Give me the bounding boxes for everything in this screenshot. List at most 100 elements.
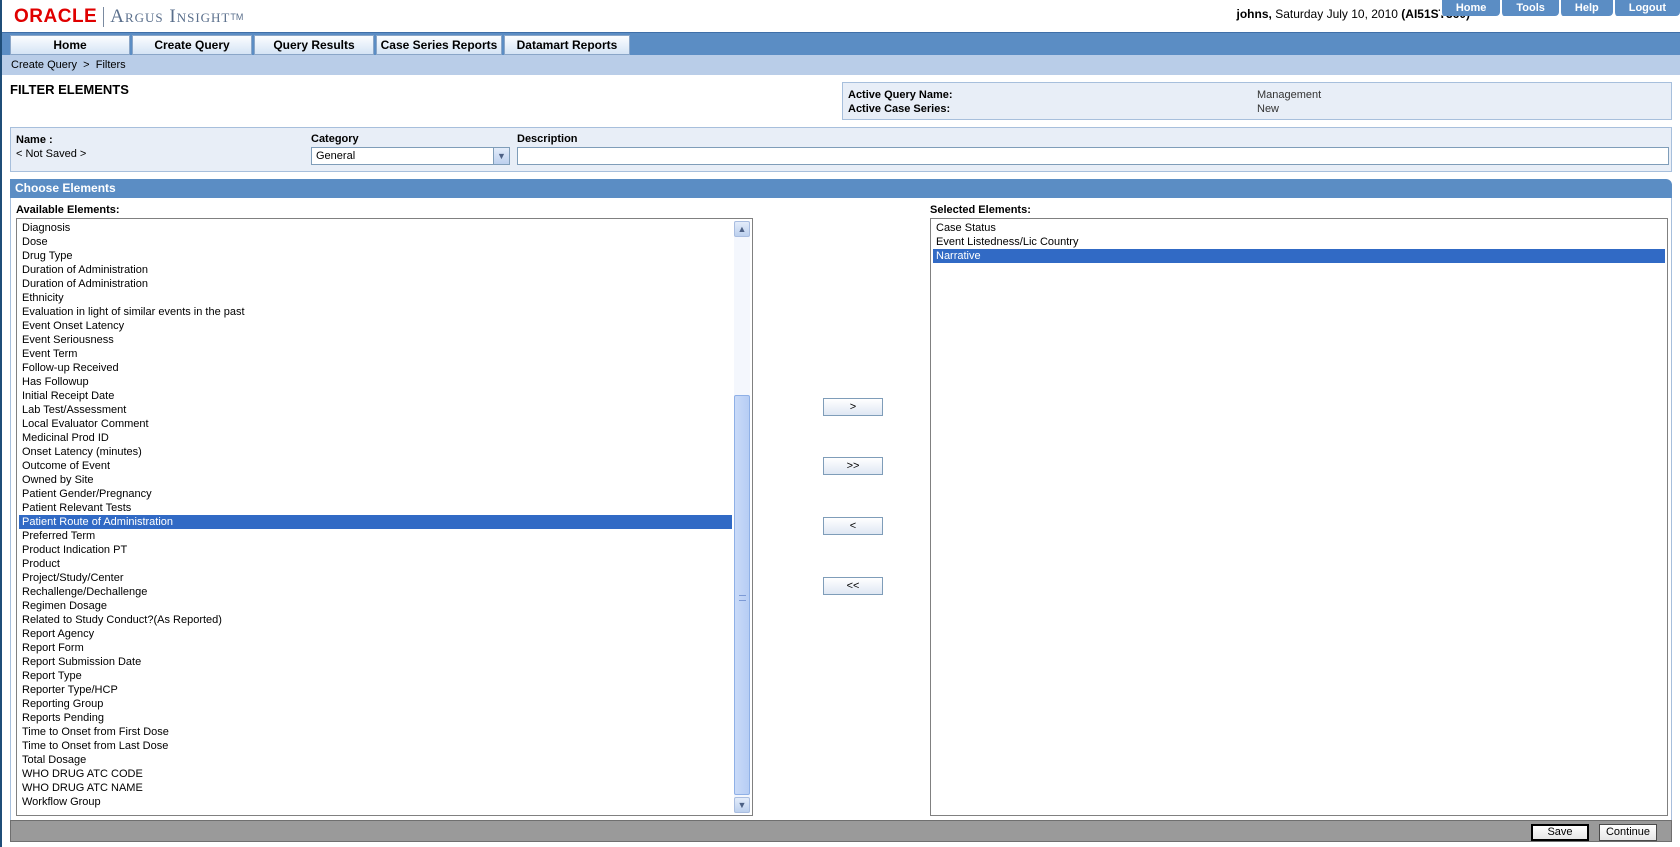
list-item[interactable]: Medicinal Prod ID — [19, 431, 732, 445]
breadcrumb-separator: > — [83, 59, 90, 71]
current-date: Saturday July 10, 2010 — [1275, 7, 1398, 21]
description-label: Description — [517, 133, 578, 145]
list-item[interactable]: Workflow Group — [19, 795, 732, 809]
list-item[interactable]: Local Evaluator Comment — [19, 417, 732, 431]
list-item[interactable]: Event Listedness/Lic Country — [933, 235, 1665, 249]
list-item[interactable]: Diagnosis — [19, 221, 732, 235]
list-item[interactable]: Follow-up Received — [19, 361, 732, 375]
selected-elements-list[interactable]: Case Status Event Listedness/Lic Country N… — [930, 218, 1668, 816]
list-item[interactable]: Rechallenge/Dechallenge — [19, 585, 732, 599]
tab-case-series-reports[interactable]: Case Series Reports — [376, 35, 502, 55]
list-item[interactable]: Reporting Group — [19, 697, 732, 711]
list-item[interactable]: Reporter Type/HCP — [19, 683, 732, 697]
selected-elements-label: Selected Elements: — [930, 204, 1031, 216]
filter-properties: Name : < Not Saved > Category General ▼ … — [10, 127, 1672, 172]
list-item[interactable]: Reports Pending — [19, 711, 732, 725]
active-query-box: Active Query Name: Management Active Cas… — [842, 82, 1672, 120]
breadcrumb-bar: Create Query > Filters — [2, 55, 1680, 75]
add-all-elements-button[interactable]: >> — [823, 457, 883, 475]
list-item[interactable]: Regimen Dosage — [19, 599, 732, 613]
list-item[interactable]: Dose — [19, 235, 732, 249]
list-item[interactable]: Report Form — [19, 641, 732, 655]
category-select[interactable]: General ▼ — [311, 147, 510, 165]
top-link-logout[interactable]: Logout — [1612, 0, 1680, 16]
list-item[interactable]: Case Status — [933, 221, 1665, 235]
list-item[interactable]: Drug Type — [19, 249, 732, 263]
list-item[interactable]: Report Submission Date — [19, 655, 732, 669]
oracle-argus-logo: ORACLE Argus Insight TM — [14, 6, 243, 28]
list-item[interactable]: Outcome of Event — [19, 459, 732, 473]
save-button[interactable]: Save — [1531, 824, 1589, 841]
list-item[interactable]: Onset Latency (minutes) — [19, 445, 732, 459]
list-item[interactable]: Narrative — [933, 249, 1665, 263]
remove-all-elements-button[interactable]: << — [823, 577, 883, 595]
list-item[interactable]: Event Onset Latency — [19, 319, 732, 333]
list-item[interactable]: Related to Study Conduct?(As Reported) — [19, 613, 732, 627]
active-case-series-label: Active Case Series: — [848, 103, 951, 115]
list-item[interactable]: Time to Onset from First Dose — [19, 725, 732, 739]
list-item[interactable]: Has Followup — [19, 375, 732, 389]
list-item[interactable]: Patient Relevant Tests — [19, 501, 732, 515]
list-item[interactable]: Event Seriousness — [19, 333, 732, 347]
chevron-down-icon[interactable]: ▼ — [734, 797, 750, 813]
tab-create-query[interactable]: Create Query — [132, 35, 252, 55]
continue-button[interactable]: Continue — [1599, 824, 1657, 841]
page-title: FILTER ELEMENTS — [10, 82, 129, 97]
category-label: Category — [311, 133, 359, 145]
logo-argus-insight: Argus Insight — [110, 6, 231, 27]
list-item[interactable]: Patient Route of Administration — [19, 515, 732, 529]
list-item[interactable]: Duration of Administration — [19, 263, 732, 277]
active-query-name-label: Active Query Name: — [848, 89, 953, 101]
list-item[interactable]: Product — [19, 557, 732, 571]
active-case-series-value: New — [1257, 103, 1280, 115]
chevron-down-icon[interactable]: ▼ — [493, 148, 509, 164]
main-nav: Home Create Query Query Results Case Ser… — [2, 32, 1680, 55]
description-input[interactable] — [517, 147, 1669, 165]
name-label: Name : — [16, 134, 53, 146]
list-item[interactable]: Duration of Administration — [19, 277, 732, 291]
list-item[interactable]: Project/Study/Center — [19, 571, 732, 585]
breadcrumb-create-query[interactable]: Create Query — [11, 59, 77, 71]
list-item[interactable]: Report Agency — [19, 627, 732, 641]
tab-home[interactable]: Home — [10, 35, 130, 55]
choose-elements-header: Choose Elements — [10, 179, 1672, 198]
remove-element-button[interactable]: < — [823, 517, 883, 535]
list-item[interactable]: Evaluation in light of similar events in… — [19, 305, 732, 319]
chevron-up-icon[interactable]: ▲ — [734, 221, 750, 237]
available-scrollbar[interactable]: ▲ ▼ — [734, 221, 750, 813]
list-item[interactable]: WHO DRUG ATC CODE — [19, 767, 732, 781]
logo-oracle: ORACLE — [14, 6, 98, 27]
list-item[interactable]: Event Term — [19, 347, 732, 361]
name-value: < Not Saved > — [16, 148, 87, 160]
top-link-tools[interactable]: Tools — [1500, 0, 1559, 16]
breadcrumb: Create Query > Filters — [11, 59, 126, 71]
app-header: ORACLE Argus Insight TM johns, Saturday … — [2, 0, 1680, 32]
scrollbar-thumb[interactable] — [734, 395, 750, 795]
category-selected-value: General — [316, 150, 356, 162]
list-item[interactable]: Report Type — [19, 669, 732, 683]
selected-items: Case Status Event Listedness/Lic Country N… — [933, 221, 1665, 263]
list-item[interactable]: Time to Onset from Last Dose — [19, 739, 732, 753]
tab-query-results[interactable]: Query Results — [254, 35, 374, 55]
footer-bar: Save Continue — [10, 820, 1672, 842]
list-item[interactable]: Initial Receipt Date — [19, 389, 732, 403]
available-items: Diagnosis Dose Drug Type Duration of Admini… — [19, 221, 732, 809]
available-elements-list[interactable]: Diagnosis Dose Drug Type Duration of Admini… — [16, 218, 753, 816]
list-item[interactable]: Preferred Term — [19, 529, 732, 543]
list-item[interactable]: WHO DRUG ATC NAME — [19, 781, 732, 795]
list-item[interactable]: Total Dosage — [19, 753, 732, 767]
active-query-name-value: Management — [1257, 89, 1322, 101]
top-link-home[interactable]: Home — [1439, 0, 1501, 16]
user-name: johns, — [1236, 7, 1272, 21]
list-item[interactable]: Patient Gender/Pregnancy — [19, 487, 732, 501]
logo-divider — [103, 7, 105, 27]
list-item[interactable]: Ethnicity — [19, 291, 732, 305]
tab-datamart-reports[interactable]: Datamart Reports — [504, 35, 630, 55]
list-item[interactable]: Owned by Site — [19, 473, 732, 487]
list-item[interactable]: Product Indication PT — [19, 543, 732, 557]
breadcrumb-filters: Filters — [95, 59, 126, 71]
logo-trademark: TM — [230, 12, 244, 22]
list-item[interactable]: Lab Test/Assessment — [19, 403, 732, 417]
top-link-help[interactable]: Help — [1558, 0, 1613, 16]
add-element-button[interactable]: > — [823, 398, 883, 416]
